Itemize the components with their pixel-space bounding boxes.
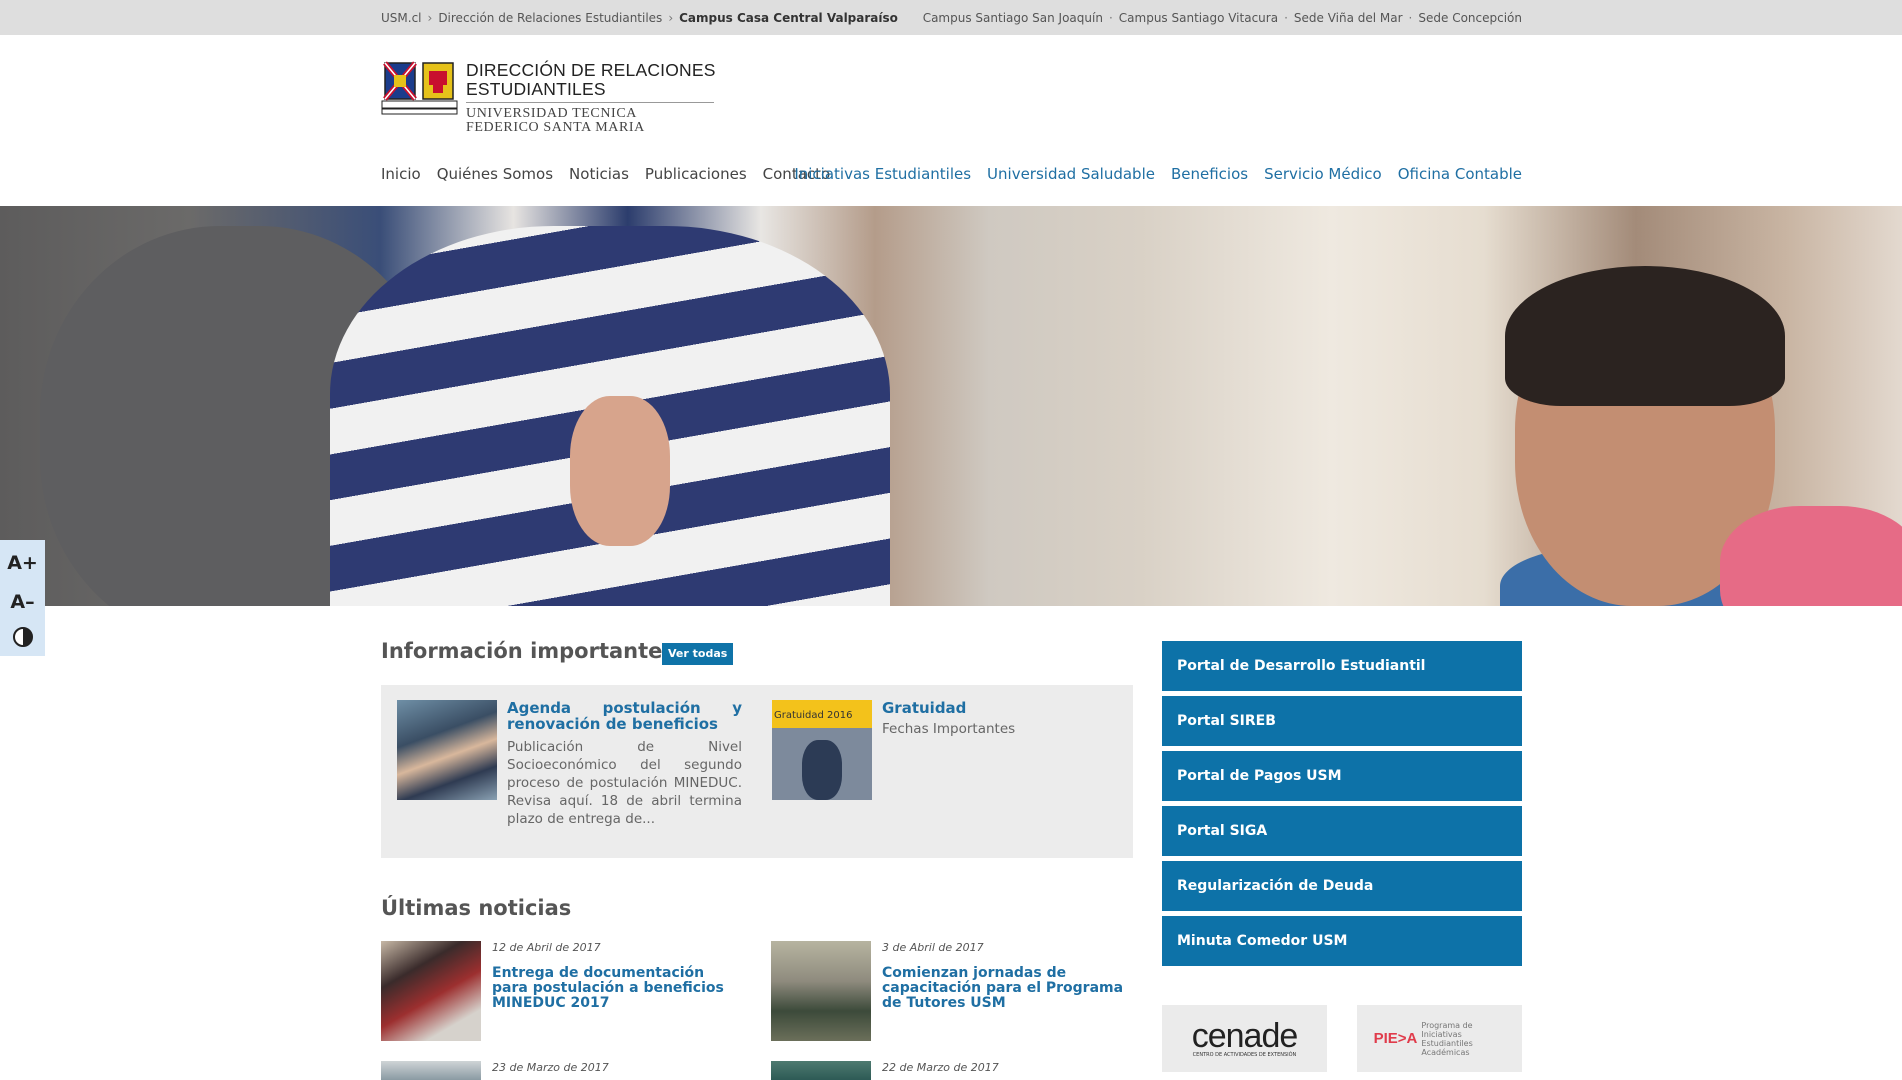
campus-link-vina-del-mar[interactable]: Sede Viña del Mar [1294,11,1403,25]
news-thumb-image [381,941,481,1041]
nav-publicaciones[interactable]: Publicaciones [645,165,747,183]
news-item[interactable]: 3 de Abril de 2017 Comienzan jornadas de… [771,941,1132,1041]
news-thumb-image [771,1061,871,1080]
cenade-logo-subtext: CENTRO DE ACTIVIDADES DE EXTENSIÓN [1192,1051,1297,1058]
breadcrumb-dre[interactable]: Dirección de Relaciones Estudiantiles [438,11,662,25]
font-increase-button[interactable]: A+ [7,549,38,577]
cenade-logo-text: cenade [1191,1016,1299,1055]
news-thumb-image [381,1061,481,1080]
campus-link-concepcion[interactable]: Sede Concepción [1418,11,1522,25]
campus-link-vitacura[interactable]: Campus Santiago Vitacura [1119,11,1278,25]
breadcrumb-current: Campus Casa Central Valparaíso [679,10,898,25]
university-shield-icon [381,61,458,118]
nav-noticias[interactable]: Noticias [569,165,629,183]
info-item-desc: Publicación de Nivel Socioeconómico del … [507,739,742,827]
info-thumb-image [397,700,497,800]
minuta-comedor-button[interactable]: Minuta Comedor USM [1162,916,1522,966]
top-bar: USM.cl › Dirección de Relaciones Estudiant… [0,0,1902,35]
info-item-title[interactable]: Agenda postulación y renovación de benef… [507,700,742,732]
news-title[interactable]: Comienzan jornadas de capacitación para … [882,966,1132,1011]
news-thumb-image [771,941,871,1041]
nav-universidad-saludable[interactable]: Universidad Saludable [987,165,1155,183]
accessibility-toolbar: A+ A– [0,540,45,656]
logo-subtitle-line-2: FEDERICO SANTA MARIA [466,120,645,135]
piea-logo[interactable]: PIE>A Programa de Iniciativas Estudianti… [1357,1005,1522,1072]
nav-oficina-contable[interactable]: Oficina Contable [1398,165,1522,183]
portal-desarrollo-estudiantil-button[interactable]: Portal de Desarrollo Estudiantil [1162,641,1522,691]
news-title[interactable]: Entrega de documentación para postulació… [492,966,742,1011]
news-date: 3 de Abril de 2017 [882,941,984,954]
info-item[interactable]: Agenda postulación y renovación de benef… [397,700,742,828]
regularizacion-deuda-button[interactable]: Regularización de Deuda [1162,861,1522,911]
campus-link-san-joaquin[interactable]: Campus Santiago San Joaquín [923,11,1103,25]
campus-links: Campus Santiago San Joaquín · Campus Santi… [922,10,1522,25]
news-date: 23 de Marzo de 2017 [492,1061,609,1074]
info-item[interactable]: Gratuidad 2016 Gratuidad Fechas Importan… [772,700,1112,800]
news-item[interactable]: 22 de Marzo de 2017 [771,1061,1132,1080]
nav-beneficios[interactable]: Beneficios [1171,165,1248,183]
portal-pagos-button[interactable]: Portal de Pagos USM [1162,751,1522,801]
portal-links: Portal de Desarrollo Estudiantil Portal … [1162,641,1522,971]
news-item[interactable]: 12 de Abril de 2017 Entrega de documenta… [381,941,742,1041]
news-item[interactable]: 23 de Marzo de 2017 [381,1061,742,1080]
info-item-desc: Fechas Importantes [882,721,1016,737]
nav-inicio[interactable]: Inicio [381,165,421,183]
nav-servicio-medico[interactable]: Servicio Médico [1264,165,1382,183]
logo-title-line-2: ESTUDIANTILES [466,79,606,99]
news-section-title: Últimas noticias [381,896,572,920]
site-header: DIRECCIÓN DE RELACIONES ESTUDIANTILES UN… [0,35,1902,206]
piea-logo-text: Programa de Iniciativas Estudiantiles Ac… [1421,1020,1473,1057]
nav-quienes-somos[interactable]: Quiénes Somos [437,165,553,183]
portal-sireb-button[interactable]: Portal SIREB [1162,696,1522,746]
logo-divider [466,102,714,103]
thumb-label: Gratuidad 2016 [774,710,853,721]
see-all-button[interactable]: Ver todas [662,643,734,665]
cenade-logo[interactable]: cenade CENTRO DE ACTIVIDADES DE EXTENSIÓ… [1162,1005,1327,1072]
main-nav: Inicio Quiénes Somos Noticias Publicacio… [381,165,846,183]
portal-siga-button[interactable]: Portal SIGA [1162,806,1522,856]
hero-image [0,206,1902,606]
font-decrease-button[interactable]: A– [10,588,34,616]
breadcrumb: USM.cl › Dirección de Relaciones Estudiant… [381,10,898,25]
nav-iniciativas-estudiantiles[interactable]: Iniciativas Estudiantiles [794,165,971,183]
info-thumb-image: Gratuidad 2016 [772,700,872,800]
logo-subtitle-line-1: UNIVERSIDAD TECNICA [466,106,637,121]
site-logo[interactable]: DIRECCIÓN DE RELACIONES ESTUDIANTILES UN… [381,61,716,135]
logo-title-line-1: DIRECCIÓN DE RELACIONES [466,60,716,80]
info-section-title: Información importante [381,639,663,663]
info-box: Agenda postulación y renovación de benef… [381,685,1133,858]
piea-logo-mark: PIE>A [1373,1030,1418,1047]
secondary-nav: Iniciativas Estudiantiles Universidad Sa… [778,165,1522,183]
info-item-title[interactable]: Gratuidad [882,700,1112,716]
contrast-toggle-icon[interactable] [12,626,33,647]
breadcrumb-usm[interactable]: USM.cl [381,11,422,25]
news-date: 22 de Marzo de 2017 [882,1061,999,1074]
news-date: 12 de Abril de 2017 [492,941,601,954]
